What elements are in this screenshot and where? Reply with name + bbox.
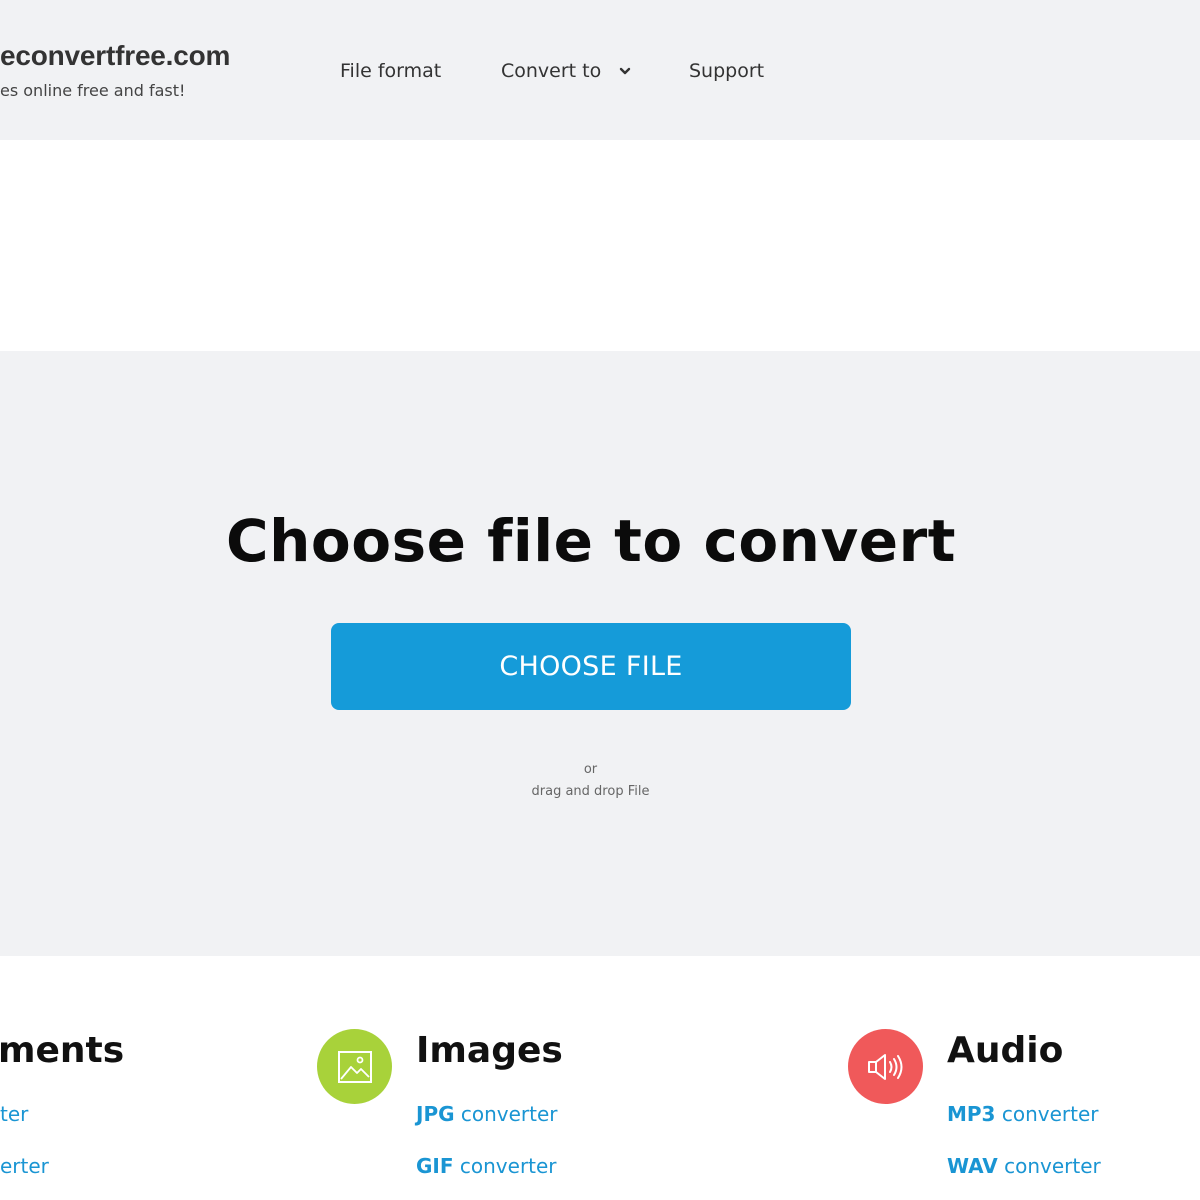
documents-converter-link-2[interactable]: erter <box>0 1154 49 1178</box>
link-suffix: converter <box>454 1102 558 1126</box>
category-title-audio: Audio <box>947 1030 1064 1071</box>
gif-converter-link[interactable]: GIF converter <box>416 1154 557 1178</box>
link-format: WAV <box>947 1154 998 1178</box>
images-category-icon <box>317 1029 392 1104</box>
nav-convert-to[interactable]: Convert to <box>501 60 601 82</box>
link-format: JPG <box>416 1102 455 1126</box>
site-logo[interactable]: econvertfree.com <box>0 40 230 72</box>
audio-category-icon <box>848 1029 923 1104</box>
link-format: GIF <box>416 1154 454 1178</box>
choose-file-button[interactable]: CHOOSE FILE <box>331 623 851 710</box>
wav-converter-link[interactable]: WAV converter <box>947 1154 1101 1178</box>
chevron-down-icon[interactable] <box>617 62 633 80</box>
nav-support[interactable]: Support <box>689 60 764 82</box>
link-suffix: erter <box>0 1154 49 1178</box>
mp3-converter-link[interactable]: MP3 converter <box>947 1102 1098 1126</box>
link-suffix: converter <box>997 1154 1101 1178</box>
documents-converter-link-1[interactable]: ter <box>0 1102 28 1126</box>
nav-file-format[interactable]: File format <box>340 60 441 82</box>
site-header: econvertfree.com es online free and fast… <box>0 0 1200 140</box>
ad-space <box>0 140 1200 351</box>
link-suffix: converter <box>995 1102 1099 1126</box>
upload-dropzone[interactable]: Choose file to convert CHOOSE FILE or dr… <box>0 351 1200 956</box>
jpg-converter-link[interactable]: JPG converter <box>416 1102 558 1126</box>
link-format: MP3 <box>947 1102 996 1126</box>
image-icon <box>337 1050 372 1083</box>
speaker-icon <box>867 1053 902 1080</box>
choose-file-label: CHOOSE FILE <box>499 651 683 682</box>
drag-drop-hint: drag and drop File <box>531 784 650 799</box>
category-title-documents: ments <box>0 1030 125 1071</box>
category-title-images: Images <box>416 1030 563 1071</box>
link-suffix: ter <box>0 1102 29 1126</box>
site-tagline: es online free and fast! <box>0 81 186 100</box>
link-suffix: converter <box>453 1154 557 1178</box>
or-separator: or <box>583 762 598 777</box>
page-title: Choose file to convert <box>226 507 956 575</box>
